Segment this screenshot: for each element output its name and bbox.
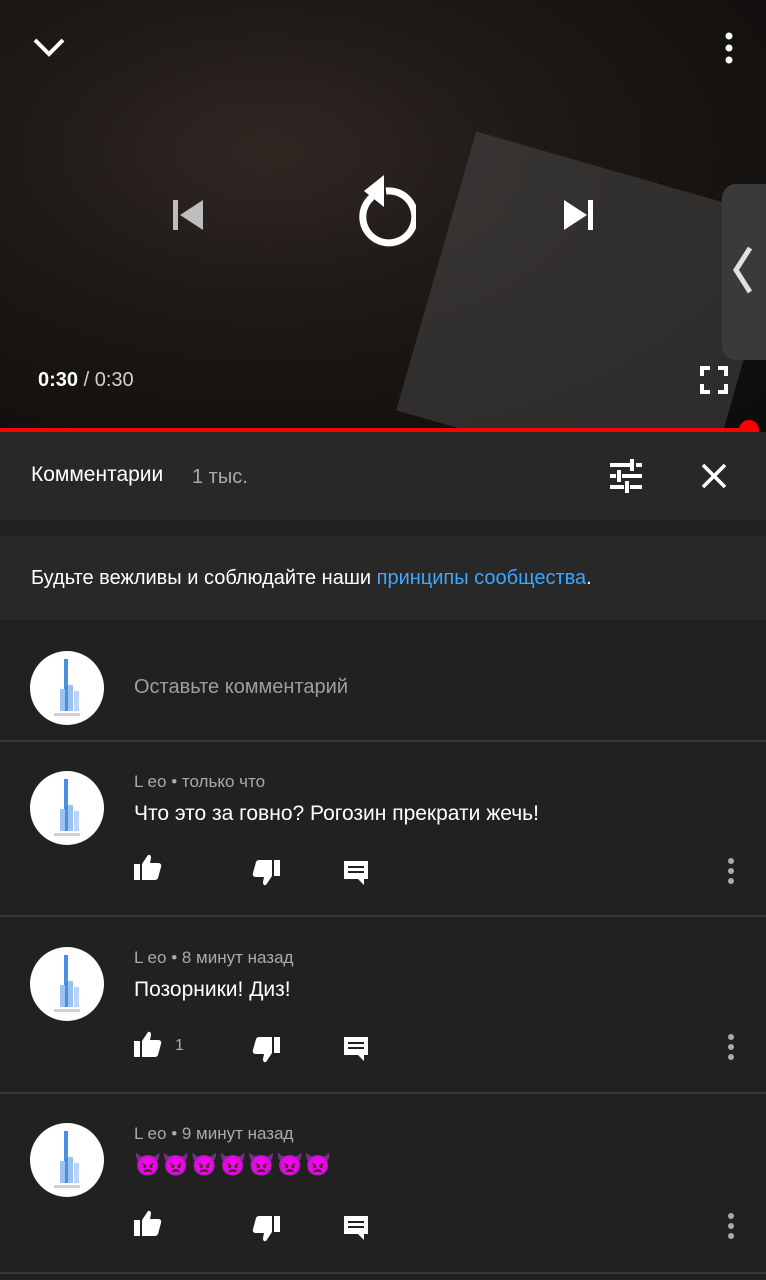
avatar[interactable] <box>30 947 104 1021</box>
time-current: 0:30 <box>38 369 79 391</box>
comment-meta: L eo • только что <box>134 772 265 792</box>
reply-icon[interactable] <box>342 1035 370 1068</box>
comment-time: только что <box>181 772 266 791</box>
comment-author[interactable]: L eo <box>134 1124 166 1143</box>
more-vert-icon[interactable] <box>716 30 742 66</box>
more-vert-icon[interactable] <box>726 1212 736 1245</box>
comment-time: 8 минут назад <box>181 948 294 967</box>
replay-icon[interactable] <box>348 172 418 254</box>
divider <box>0 1092 766 1094</box>
time-duration: 0:30 <box>94 369 134 391</box>
sort-filter-icon[interactable] <box>604 456 648 496</box>
chevron-down-icon[interactable] <box>28 28 70 66</box>
comment-meta: L eo • 8 минут назад <box>134 948 293 968</box>
meta-separator: • <box>166 1124 182 1143</box>
avatar <box>30 651 104 725</box>
comment-meta: L eo • 9 минут назад <box>134 1124 293 1144</box>
reply-icon[interactable] <box>342 1214 370 1247</box>
like-icon[interactable] <box>134 854 162 885</box>
meta-separator: • <box>166 948 182 967</box>
chevron-left-icon <box>732 244 754 301</box>
more-vert-icon[interactable] <box>726 857 736 890</box>
divider <box>0 1272 766 1274</box>
dislike-icon[interactable] <box>252 860 280 891</box>
add-comment-input[interactable]: Оставьте комментарий <box>134 676 348 699</box>
dislike-icon[interactable] <box>252 1216 280 1247</box>
comment-text: 👿👿👿👿👿👿👿 <box>134 1152 333 1177</box>
time-separator: / <box>78 369 95 391</box>
divider <box>0 915 766 917</box>
close-icon[interactable] <box>696 458 732 494</box>
guidelines-suffix: . <box>586 567 592 589</box>
comment-author[interactable]: L eo <box>134 948 166 967</box>
comments-title: Комментарии <box>31 463 164 486</box>
meta-separator: • <box>166 772 182 791</box>
more-vert-icon[interactable] <box>726 1033 736 1066</box>
comment-time: 9 минут назад <box>181 1124 294 1143</box>
guidelines-prefix: Будьте вежливы и соблюдайте наши <box>31 567 377 589</box>
comment-text: Позорники! Диз! <box>134 978 291 1001</box>
like-icon[interactable] <box>134 1031 162 1062</box>
guidelines-text: Будьте вежливы и соблюдайте наши принцип… <box>31 567 592 590</box>
comments-count: 1 тыс. <box>192 466 248 488</box>
avatar[interactable] <box>30 771 104 845</box>
reply-icon[interactable] <box>342 859 370 892</box>
like-count: 1 <box>175 1037 184 1054</box>
side-panel-handle[interactable] <box>722 184 766 360</box>
time-display: 0:30 / 0:30 <box>38 369 134 392</box>
skip-next-icon[interactable] <box>556 195 600 235</box>
like-icon[interactable] <box>134 1210 162 1241</box>
fullscreen-icon[interactable] <box>698 364 730 396</box>
comment-text: Что это за говно? Рогозин прекрати жечь! <box>134 802 539 825</box>
avatar[interactable] <box>30 1123 104 1197</box>
divider <box>0 740 766 742</box>
dislike-icon[interactable] <box>252 1037 280 1068</box>
skip-previous-icon[interactable] <box>165 195 209 235</box>
comment-author[interactable]: L eo <box>134 772 166 791</box>
guidelines-link[interactable]: принципы сообщества <box>377 567 587 589</box>
